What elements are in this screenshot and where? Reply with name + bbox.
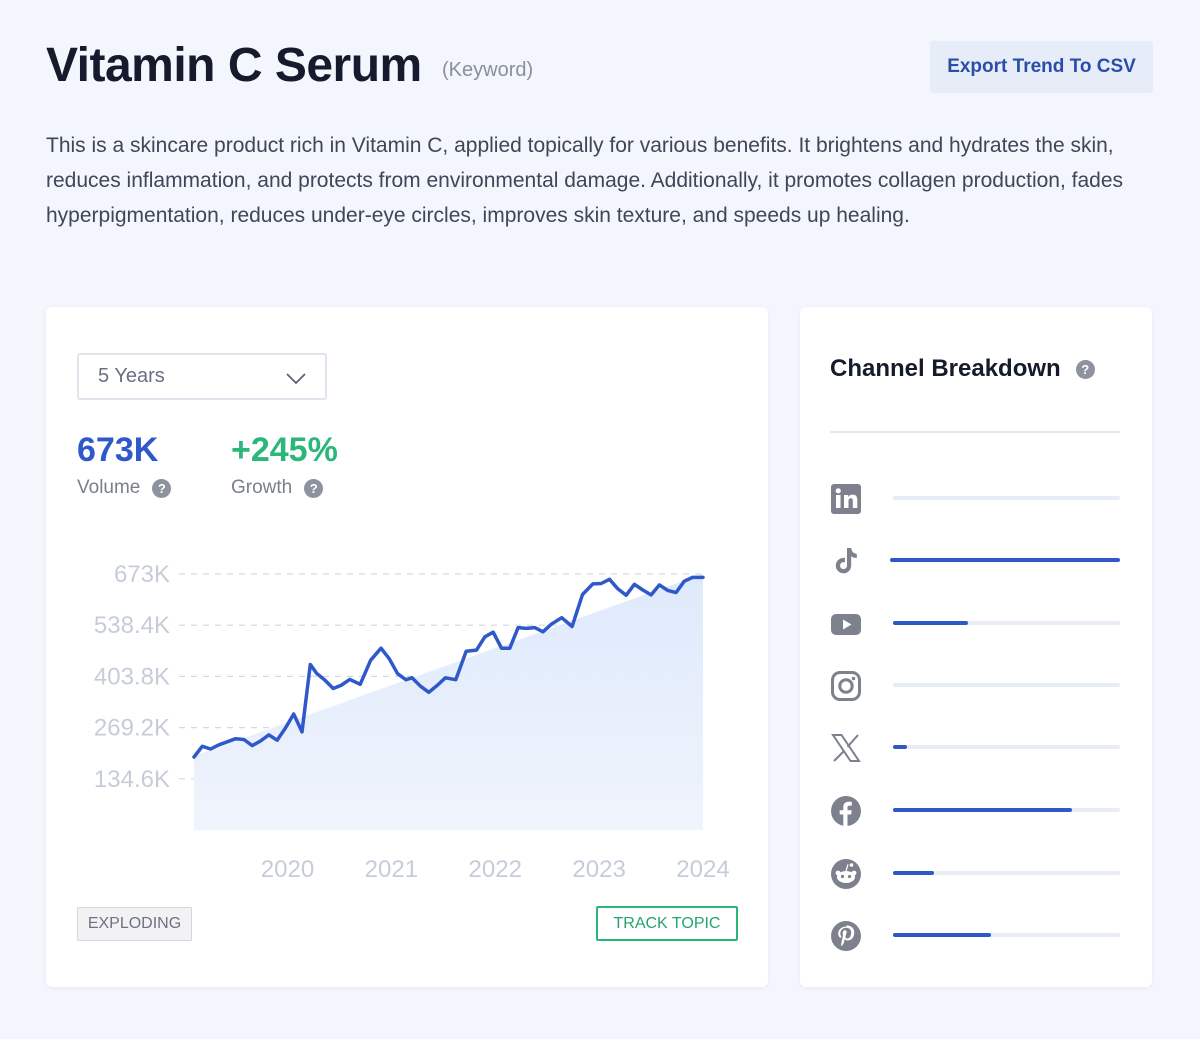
divider [830,431,1120,433]
timeframe-value: 5 Years [98,365,165,387]
volume-label: Volume [77,477,141,498]
channel-breakdown-title: Channel Breakdown [830,355,1061,382]
growth-label: Growth [231,477,293,498]
pinterest-icon [831,921,861,951]
channel-bar-track [893,808,1120,812]
channel-bar-track [893,683,1120,687]
y-tick-label: 269.2K [94,715,170,742]
channel-row-pinterest [830,916,1120,956]
y-tick-label: 538.4K [94,612,170,639]
timeframe-dropdown[interactable]: 5 Years [77,353,327,400]
channel-row-linkedin [830,479,1120,519]
instagram-icon [831,671,861,701]
channel-row-youtube [830,604,1120,644]
trend-area [194,574,703,830]
topic-description: This is a skincare product rich in Vitam… [46,134,1124,227]
channel-bar-fill [893,808,1073,812]
trend-card: 5 Years 673K Volume ? +245% Growth ? 673… [46,307,768,987]
channel-bar-fill [890,558,1120,562]
x-tick-label: 2023 [572,856,625,883]
keyword-type-label: (Keyword) [442,59,534,81]
growth-value: +245% [231,431,338,469]
reddit-icon [831,859,861,889]
volume-help-icon[interactable]: ? [152,478,172,498]
trend-chart: 673K 538.4K 403.8K 269.2K 134.6K 2020 2021 202… [94,561,730,883]
linkedin-icon [831,484,861,514]
x-tick-label: 2022 [469,856,522,883]
growth-help-icon[interactable]: ? [304,478,324,498]
track-topic-button[interactable]: TRACK TOPIC [596,906,738,941]
channel-bar-fill [893,933,991,937]
x-tick-label: 2024 [676,856,729,883]
facebook-icon [831,796,861,826]
export-csv-button[interactable]: Export Trend To CSV [930,41,1153,93]
y-tick-label: 134.6K [94,766,170,793]
channel-bar-track [890,558,1120,562]
youtube-icon [831,614,861,635]
volume-value: 673K [77,431,159,469]
channel-bar-track [893,745,1120,749]
channel-bar-track [893,621,1120,625]
channel-bar-track [893,871,1120,875]
channel-bar-fill [893,621,968,625]
channel-row-tiktok [830,541,1120,581]
x-tick-label: 2020 [261,856,314,883]
channel-bar-fill [893,745,907,749]
channel-row-reddit [830,854,1120,894]
channel-help-icon[interactable]: ? [1075,359,1095,379]
channel-bar-fill [893,871,934,875]
growth-label-row: Growth ? [231,477,324,499]
tiktok-icon [835,548,857,574]
channel-row-x [830,728,1120,768]
status-badge: EXPLODING [77,907,192,941]
page-title: Vitamin C Serum [46,39,422,92]
chevron-down-icon [286,373,306,385]
channel-bar-track [893,933,1120,937]
y-tick-label: 673K [114,561,170,588]
channel-row-facebook [830,791,1120,831]
channel-bar-track [893,496,1120,500]
channel-breakdown-card: Channel Breakdown ? [800,307,1152,987]
channel-row-instagram [830,666,1120,706]
channel-breakdown-heading: Channel Breakdown ? [830,355,1095,383]
volume-label-row: Volume ? [77,477,172,499]
y-tick-label: 403.8K [94,663,170,690]
x-icon [831,734,861,762]
x-tick-label: 2021 [365,856,418,883]
